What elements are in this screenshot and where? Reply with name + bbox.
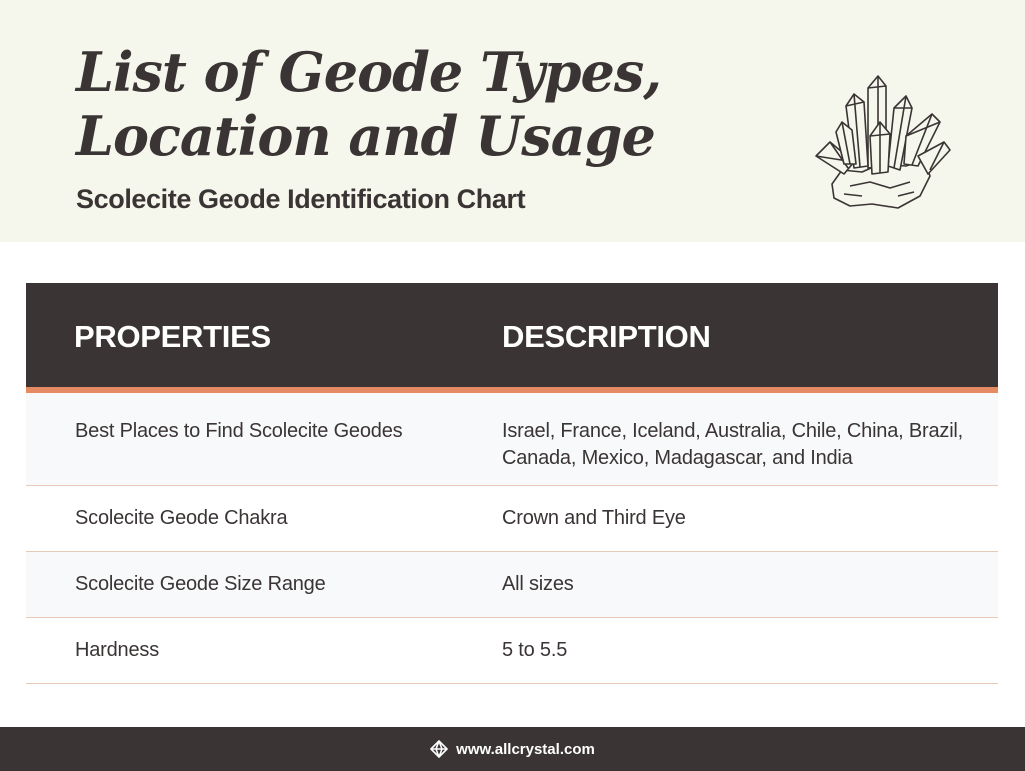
column-header-properties: PROPERTIES — [74, 319, 271, 354]
crystal-cluster-icon — [815, 75, 951, 209]
table-row: Hardness 5 to 5.5 — [26, 618, 998, 684]
property-cell: Scolecite Geode Chakra — [75, 507, 288, 529]
description-cell: 5 to 5.5 — [502, 639, 568, 661]
table-header: PROPERTIES DESCRIPTION — [26, 283, 998, 393]
column-header-description: DESCRIPTION — [502, 319, 711, 354]
table-row: Best Places to Find Scolecite Geodes Isr… — [26, 393, 998, 486]
crystal-logo-icon — [430, 740, 448, 758]
table-row: Scolecite Geode Chakra Crown and Third E… — [26, 486, 998, 552]
website-link[interactable]: www.allcrystal.com — [456, 741, 595, 758]
page-title: List of Geode Types, Location and Usage — [76, 40, 662, 168]
description-cell: All sizes — [502, 573, 574, 595]
footer-bar: www.allcrystal.com — [0, 727, 1025, 771]
properties-table: PROPERTIES DESCRIPTION Best Places to Fi… — [26, 283, 998, 684]
description-cell: Israel, France, Iceland, Australia, Chil… — [502, 420, 964, 469]
description-cell: Crown and Third Eye — [502, 507, 686, 529]
page-subtitle: Scolecite Geode Identification Chart — [76, 184, 526, 214]
property-cell: Hardness — [75, 639, 159, 661]
header-banner: List of Geode Types, Location and Usage … — [0, 0, 1025, 242]
property-cell: Best Places to Find Scolecite Geodes — [75, 420, 403, 442]
table-row: Scolecite Geode Size Range All sizes — [26, 552, 998, 618]
property-cell: Scolecite Geode Size Range — [75, 573, 326, 595]
